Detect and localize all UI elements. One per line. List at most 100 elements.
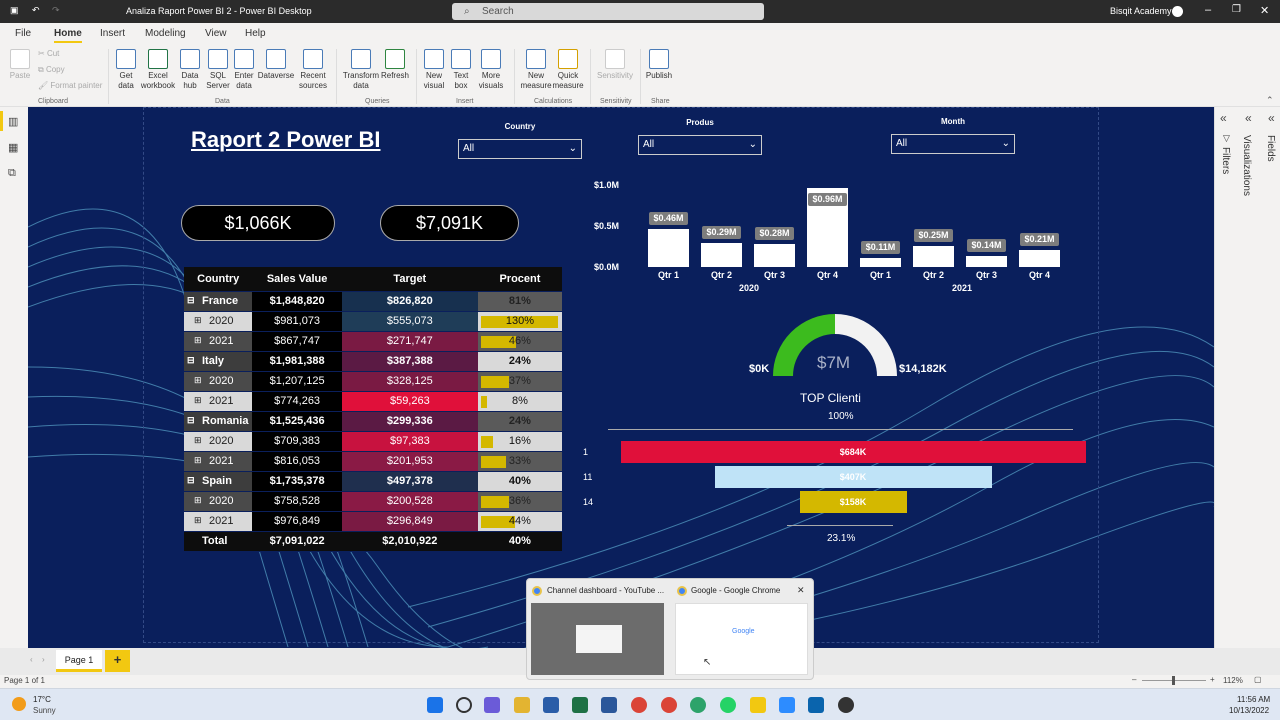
model-view-icon[interactable]: ⧉ bbox=[8, 167, 16, 180]
chrome-icon[interactable] bbox=[631, 697, 647, 713]
matrix-header-sales[interactable]: Sales Value bbox=[252, 267, 342, 292]
zoom-handle[interactable] bbox=[1172, 676, 1175, 685]
prev-page-icon[interactable]: ‹ bbox=[30, 655, 33, 664]
expand-icon[interactable]: ⊞ bbox=[194, 455, 202, 466]
slicer-country[interactable]: All ⌄ bbox=[458, 139, 582, 159]
row-label[interactable]: ⊞ 2021 bbox=[184, 451, 253, 472]
menu-file[interactable]: File bbox=[15, 28, 31, 39]
kpi-card-2[interactable]: $7,091K bbox=[380, 205, 519, 241]
data-hub-button[interactable]: Data hub bbox=[176, 49, 204, 91]
new-measure-button[interactable]: New measure bbox=[518, 49, 554, 91]
preview-thumbnail-2[interactable]: Google bbox=[675, 603, 808, 675]
preview-title-2[interactable]: Google - Google Chrome bbox=[691, 586, 780, 595]
table-row[interactable]: ⊟ France $1,848,820 $826,820 81% bbox=[184, 291, 562, 312]
paste-button[interactable]: Paste bbox=[6, 49, 34, 81]
chart-bar[interactable] bbox=[966, 256, 1007, 267]
undo-icon[interactable]: ↶ bbox=[32, 5, 40, 16]
recent-sources-button[interactable]: Recent sources bbox=[296, 49, 330, 91]
save-icon[interactable]: ▣ bbox=[10, 5, 19, 16]
quick-measure-button[interactable]: Quick measure bbox=[552, 49, 584, 91]
menu-modeling[interactable]: Modeling bbox=[145, 28, 186, 39]
collapse-filters-icon[interactable]: « bbox=[1220, 111, 1227, 125]
copy-button[interactable]: ⧉ Copy bbox=[38, 65, 65, 75]
tab-page-1[interactable]: Page 1 bbox=[56, 650, 102, 672]
funnel-bar[interactable]: $158K bbox=[799, 491, 907, 513]
chart-bar[interactable] bbox=[913, 246, 954, 267]
row-label[interactable]: ⊟ Spain bbox=[184, 471, 253, 492]
visualizations-pane-tab[interactable]: Visualizations bbox=[1241, 135, 1252, 196]
country-matrix[interactable]: Country Sales Value Target Procent ⊟ Fran… bbox=[184, 267, 562, 552]
publish-button[interactable]: Publish bbox=[644, 49, 674, 81]
table-row[interactable]: ⊞ 2021 $816,053 $201,953 33% bbox=[184, 451, 562, 472]
row-label[interactable]: ⊞ 2020 bbox=[184, 431, 253, 452]
search-taskbar-icon[interactable] bbox=[456, 697, 472, 713]
expand-icon[interactable]: ⊞ bbox=[194, 315, 202, 326]
table-row[interactable]: ⊟ Romania $1,525,436 $299,336 24% bbox=[184, 411, 562, 432]
redo-icon[interactable]: ↷ bbox=[52, 5, 60, 16]
data-view-icon[interactable]: ▦ bbox=[8, 141, 18, 154]
chat-icon[interactable] bbox=[484, 697, 500, 713]
app-icon[interactable] bbox=[838, 697, 854, 713]
chart-bar[interactable] bbox=[754, 244, 795, 267]
preview-title-1[interactable]: Channel dashboard - YouTube ... bbox=[547, 586, 664, 595]
row-label[interactable]: ⊞ 2021 bbox=[184, 331, 253, 352]
table-row[interactable]: ⊞ 2021 $774,263 $59,263 8% bbox=[184, 391, 562, 412]
chrome-icon[interactable] bbox=[661, 697, 677, 713]
table-row[interactable]: ⊞ 2021 $867,747 $271,747 46% bbox=[184, 331, 562, 352]
maximize-icon[interactable]: ❐ bbox=[1232, 4, 1241, 15]
row-label[interactable]: ⊞ 2021 bbox=[184, 511, 253, 532]
close-icon[interactable]: ✕ bbox=[1260, 4, 1269, 17]
collapse-ribbon-icon[interactable]: ⌃ bbox=[1266, 95, 1274, 106]
report-canvas[interactable]: Raport 2 Power BI $1,066K $7,091K Countr… bbox=[28, 107, 1214, 648]
row-label[interactable]: ⊟ Romania bbox=[184, 411, 253, 432]
collapse-icon[interactable]: ⊟ bbox=[187, 295, 195, 306]
table-row[interactable]: ⊞ 2020 $981,073 $555,073 130% bbox=[184, 311, 562, 332]
format-painter-button[interactable]: 🖌 Format painter bbox=[38, 81, 102, 91]
menu-insert[interactable]: Insert bbox=[100, 28, 125, 39]
row-label[interactable]: ⊞ 2020 bbox=[184, 371, 253, 392]
expand-icon[interactable]: ⊞ bbox=[194, 335, 202, 346]
minimize-icon[interactable]: – bbox=[1205, 4, 1211, 16]
collapse-visualizations-icon[interactable]: « bbox=[1245, 111, 1252, 125]
expand-icon[interactable]: ⊞ bbox=[194, 435, 202, 446]
zoom-icon[interactable] bbox=[779, 697, 795, 713]
slicer-month[interactable]: All ⌄ bbox=[891, 134, 1015, 154]
collapse-icon[interactable]: ⊟ bbox=[187, 475, 195, 486]
zoom-in-icon[interactable]: + bbox=[1210, 675, 1215, 684]
close-preview-icon[interactable]: ✕ bbox=[797, 585, 805, 596]
next-page-icon[interactable]: › bbox=[42, 655, 45, 664]
table-row[interactable]: ⊟ Italy $1,981,388 $387,388 24% bbox=[184, 351, 562, 372]
expand-icon[interactable]: ⊞ bbox=[194, 395, 202, 406]
excel-icon[interactable] bbox=[572, 697, 588, 713]
get-data-button[interactable]: Get data bbox=[112, 49, 140, 91]
app-icon[interactable] bbox=[601, 697, 617, 713]
chart-bar[interactable] bbox=[648, 229, 689, 267]
slicer-produs[interactable]: All ⌄ bbox=[638, 135, 762, 155]
collapse-fields-icon[interactable]: « bbox=[1268, 111, 1275, 125]
store-icon[interactable] bbox=[543, 697, 559, 713]
refresh-button[interactable]: Refresh bbox=[380, 49, 410, 81]
table-row[interactable]: ⊞ 2021 $976,849 $296,849 44% bbox=[184, 511, 562, 532]
expand-icon[interactable]: ⊞ bbox=[194, 495, 202, 506]
zoom-out-icon[interactable]: – bbox=[1132, 675, 1136, 684]
collapse-icon[interactable]: ⊟ bbox=[187, 415, 195, 426]
report-view-icon[interactable]: ▥ bbox=[8, 115, 18, 128]
row-label[interactable]: ⊞ 2020 bbox=[184, 311, 253, 332]
top-clients-funnel[interactable]: $684K 1 $407K 11 $158K 14 bbox=[583, 441, 1086, 519]
transform-data-button[interactable]: Transform data bbox=[342, 49, 380, 91]
avatar[interactable] bbox=[1172, 6, 1183, 17]
row-label[interactable]: ⊟ Italy bbox=[184, 351, 253, 372]
dataverse-button[interactable]: Dataverse bbox=[256, 49, 296, 81]
whatsapp-icon[interactable] bbox=[720, 697, 736, 713]
cut-button[interactable]: ✂ Cut bbox=[38, 49, 59, 59]
fit-page-icon[interactable]: ▢ bbox=[1254, 675, 1262, 684]
matrix-header-target[interactable]: Target bbox=[341, 267, 478, 292]
matrix-header-procent[interactable]: Procent bbox=[477, 267, 562, 292]
menu-home[interactable]: Home bbox=[54, 28, 82, 43]
more-visuals-button[interactable]: More visuals bbox=[474, 49, 508, 91]
account-name[interactable]: Bisqit Academy bbox=[1110, 6, 1172, 16]
table-row[interactable]: ⊞ 2020 $709,383 $97,383 16% bbox=[184, 431, 562, 452]
table-row[interactable]: ⊞ 2020 $758,528 $200,528 36% bbox=[184, 491, 562, 512]
edge-icon[interactable] bbox=[690, 697, 706, 713]
expand-icon[interactable]: ⊞ bbox=[194, 375, 202, 386]
